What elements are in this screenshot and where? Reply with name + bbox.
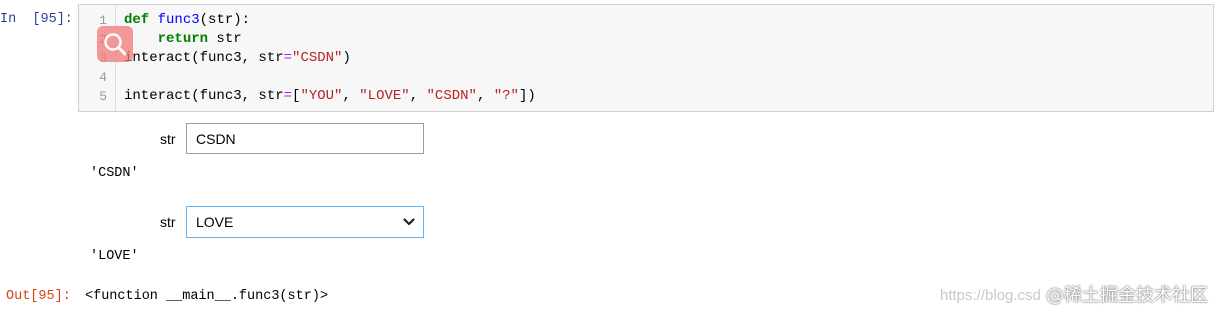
text-widget-output: 'CSDN': [90, 166, 139, 181]
function-name: func3: [157, 12, 200, 28]
chevron-down-icon: [403, 218, 415, 226]
search-icon: [104, 33, 127, 56]
string-literal: "LOVE": [359, 88, 410, 104]
operator: =: [283, 50, 293, 66]
operator: =: [283, 88, 293, 104]
watermark-url: https://blog.csd: [940, 287, 1041, 304]
line-number: 5: [99, 89, 107, 104]
text-widget-label: str: [160, 131, 176, 147]
code-line-1: def func3(str):: [124, 11, 250, 30]
string-literal: "CSDN": [426, 88, 477, 104]
output-prompt: Out[95]:: [6, 289, 71, 304]
code-cell[interactable]: 1 2 3 4 5 def func3(str): return str int…: [78, 4, 1214, 112]
code-line-2: return str: [124, 30, 242, 49]
keyword: return: [157, 31, 209, 47]
str-text-input[interactable]: [186, 123, 424, 154]
code-text: interact(func3, str: [124, 50, 284, 66]
code-text: str: [208, 31, 242, 47]
code-text: interact(func3, str: [124, 88, 284, 104]
code-line-3: interact(func3, str="CSDN"): [124, 49, 351, 68]
output-result: <function __main__.func3(str)>: [85, 289, 329, 304]
str-dropdown[interactable]: LOVE: [186, 206, 424, 238]
input-prompt: In [95]:: [0, 12, 73, 27]
dropdown-selected-value: LOVE: [196, 214, 234, 230]
search-badge[interactable]: [97, 26, 133, 62]
code-text: ): [342, 50, 351, 66]
select-widget-label: str: [160, 214, 176, 230]
code-text: ,: [409, 88, 427, 104]
string-literal: "YOU": [300, 88, 343, 104]
code-line-5: interact(func3, str=["YOU", "LOVE", "CSD…: [124, 87, 536, 106]
watermark-brand: @稀土掘金技术社区: [1046, 285, 1208, 306]
code-text: ,: [342, 88, 360, 104]
select-widget-output: 'LOVE': [90, 249, 139, 264]
string-literal: "CSDN": [292, 50, 343, 66]
string-literal: "?": [493, 88, 519, 104]
code-text: ]): [518, 88, 536, 104]
line-number: 4: [99, 70, 107, 85]
code-text: ,: [476, 88, 494, 104]
code-text: (str):: [199, 12, 251, 28]
